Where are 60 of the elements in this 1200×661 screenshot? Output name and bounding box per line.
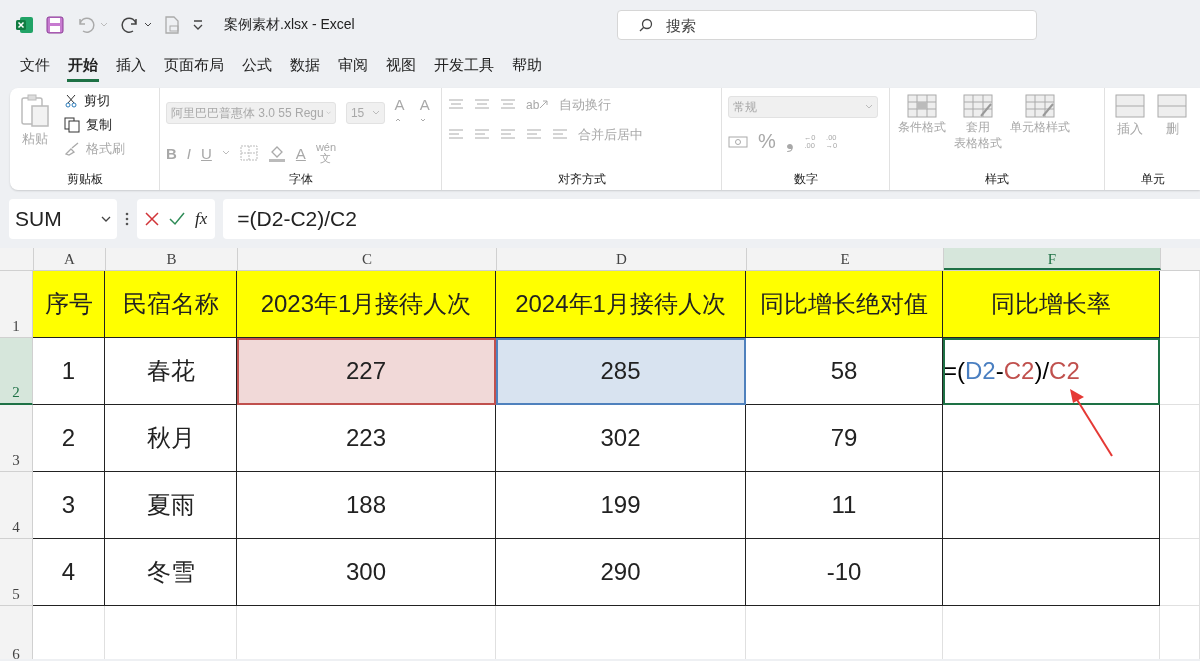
insert-function-button[interactable]: fx (195, 209, 208, 229)
table-cell: 冬雪 (105, 539, 237, 606)
ribbon-tab[interactable]: 审阅 (337, 52, 369, 82)
ribbon-tab[interactable]: 开始 (67, 52, 99, 82)
table-cell: 188 (237, 472, 496, 539)
ribbon-tab[interactable]: 数据 (289, 52, 321, 82)
table-cell: 4 (33, 539, 105, 606)
ribbon-tab[interactable]: 页面布局 (163, 52, 225, 82)
table-cell: 3 (33, 472, 105, 539)
table-header-cell: 2023年1月接待人次 (237, 271, 496, 338)
ribbon-tab[interactable]: 开发工具 (433, 52, 495, 82)
column-header[interactable]: B (106, 248, 238, 270)
ribbon-tab[interactable]: 公式 (241, 52, 273, 82)
table-cell: 79 (746, 405, 943, 472)
row-header[interactable]: 3 (0, 405, 33, 472)
editing-cell[interactable]: =(D2-C2)/C2 (943, 338, 1160, 405)
ribbon-tab[interactable]: 视图 (385, 52, 417, 82)
column-header[interactable]: F (944, 248, 1161, 270)
table-cell: 秋月 (105, 405, 237, 472)
table-cell: -10 (746, 539, 943, 606)
table-header-cell: 同比增长绝对值 (746, 271, 943, 338)
table-header-cell: 2024年1月接待人次 (496, 271, 746, 338)
clipboard-button[interactable]: 复制 (64, 116, 125, 134)
ribbon-tab[interactable]: 帮助 (511, 52, 543, 82)
table-cell: 302 (496, 405, 746, 472)
table-header-cell: 民宿名称 (105, 271, 237, 338)
group-title: 字体 (288, 170, 313, 188)
group-title: 对齐方式 (557, 170, 606, 188)
table-header-cell: 序号 (33, 271, 105, 338)
name-box[interactable]: SUM (9, 199, 117, 239)
table-cell: 300 (237, 539, 496, 606)
table-cell: 58 (746, 338, 943, 405)
row-header[interactable]: 6 (0, 606, 33, 659)
row-header[interactable]: 1 (0, 271, 33, 338)
search-field[interactable]: 搜索 (616, 10, 1037, 40)
row-header[interactable]: 2 (0, 338, 33, 405)
group-title: 单元 (1140, 170, 1165, 188)
group-title: 样式 (985, 170, 1009, 188)
ribbon-tab[interactable]: 插入 (115, 52, 147, 82)
group-title: 数字 (793, 170, 818, 188)
formula-field[interactable]: =(D2-C2)/C2 (223, 199, 1200, 239)
column-header[interactable]: D (497, 248, 747, 270)
referenced-cell: 227 (237, 338, 496, 405)
table-cell: 223 (237, 405, 496, 472)
table-cell: 1 (33, 338, 105, 405)
clipboard-button[interactable]: 剪切 (64, 92, 125, 110)
table-cell: 11 (746, 472, 943, 539)
ribbon-tab[interactable]: 文件 (19, 52, 51, 82)
table-header-cell: 同比增长率 (943, 271, 1160, 338)
row-header[interactable]: 5 (0, 539, 33, 606)
column-header[interactable]: C (238, 248, 497, 270)
window-title: 案例素材.xlsx - Excel (224, 16, 355, 34)
table-cell: 夏雨 (105, 472, 237, 539)
group-title: 剪贴板 (66, 170, 103, 188)
table-cell: 290 (496, 539, 746, 606)
column-header[interactable]: A (34, 248, 106, 270)
referenced-cell: 285 (496, 338, 746, 405)
table-cell: 2 (33, 405, 105, 472)
table-cell: 199 (496, 472, 746, 539)
row-header[interactable]: 4 (0, 472, 33, 539)
